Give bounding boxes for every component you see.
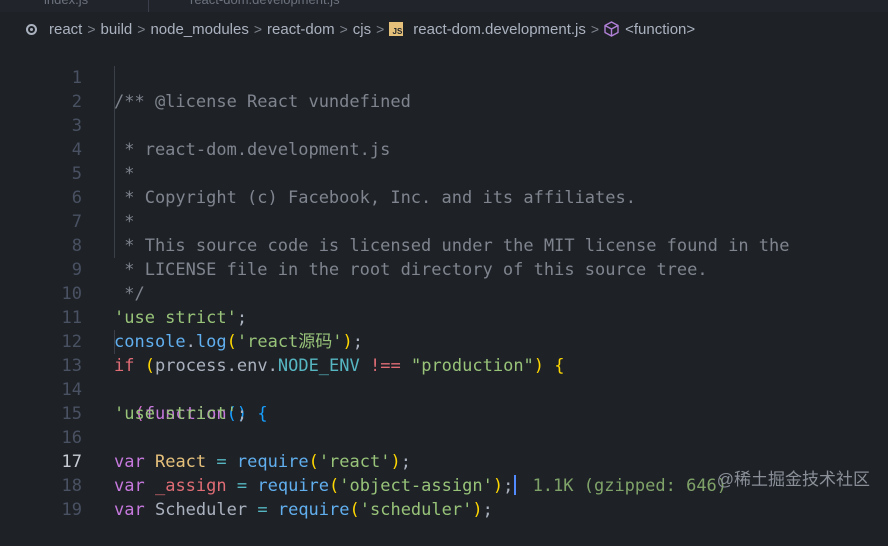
breadcrumb-item-file[interactable]: JS react-dom.development.js [389,21,586,38]
code-line: 1 /** @license React vundefined [0,42,888,112]
code-line: 15 [0,378,888,424]
code-text: var Scheduler = require('scheduler'); [114,500,493,520]
tab-strip: index.js react-dom.development.js [0,0,888,12]
breadcrumb-label: build [100,20,133,38]
breadcrumb-label: react-dom [267,20,335,38]
indent-guide [114,210,115,234]
repository-icon [26,23,37,35]
javascript-file-icon: JS [389,22,404,36]
code-line: 13 (function() { [0,330,888,424]
breadcrumb-item-function[interactable]: <function> [604,21,695,38]
variable-name: Scheduler [154,500,248,520]
code-line: 2 * react-dom.development.js [0,66,888,160]
code-line: 12 if (process.env.NODE_ENV !== "product… [0,306,888,376]
breadcrumb-label: react [49,20,83,38]
cube-icon [604,21,619,37]
code-line: 16 var React = require('react'); [0,402,888,472]
code-line: 8 */ [0,210,888,304]
breadcrumb-item-cjs[interactable]: cjs [353,21,371,38]
code-line: 10 'use strict'; [0,258,888,328]
breadcrumb-label: cjs [352,20,372,38]
breadcrumb: react > build > node_modules > react-dom… [0,14,888,44]
indent-guide [114,114,115,138]
breadcrumb-label: <function> [625,20,696,38]
tab-react-dom-development[interactable]: react-dom.development.js [190,0,340,10]
indent-guide [114,162,115,186]
code-line-active: 17 var _assign = require('object-assign'… [0,426,888,496]
code-editor[interactable]: 1 /** @license React vundefined 2 * reac… [0,42,888,520]
breadcrumb-separator: > [339,21,348,37]
breadcrumb-separator: > [87,21,96,37]
indent-guide [114,234,115,258]
breadcrumb-item-react-dom[interactable]: react-dom [267,21,335,38]
code-line: 9 [0,234,888,280]
breadcrumb-separator: > [137,21,146,37]
breadcrumb-item-build[interactable]: build [101,21,133,38]
breadcrumb-separator: > [590,21,600,37]
breadcrumb-item-node-modules[interactable]: node_modules [150,21,248,38]
code-line: 6 * This source code is licensed under t… [0,162,888,256]
code-line: 7 * LICENSE file in the root directory o… [0,186,888,280]
indent-guide [114,138,115,162]
tab-index-js[interactable]: index.js [44,0,88,10]
code-line: 5 * [0,138,888,232]
string-literal: 'scheduler' [359,500,473,520]
watermark: @稀土掘金技术社区 [716,470,870,489]
tab-divider [148,0,149,12]
breadcrumb-label: node_modules [150,20,249,38]
keyword: var [114,500,145,520]
breadcrumb-item-react[interactable]: react [26,21,82,38]
indent-guide [114,90,115,114]
code-line: 4 * Copyright (c) Facebook, Inc. and its… [0,114,888,208]
breadcrumb-label: react-dom.development.js [413,20,586,38]
function-name: require [277,500,350,520]
indent-guide [114,330,115,354]
breadcrumb-separator: > [253,21,263,37]
indent-guide [114,66,115,90]
line-number: 19 [61,500,82,520]
breadcrumb-separator: > [376,21,385,37]
indent-guide [114,186,115,210]
code-line: 11 console.log('react源码'); [0,282,888,352]
code-line: 3 * [0,90,888,184]
code-line: 14 'use strict'; [0,354,888,424]
